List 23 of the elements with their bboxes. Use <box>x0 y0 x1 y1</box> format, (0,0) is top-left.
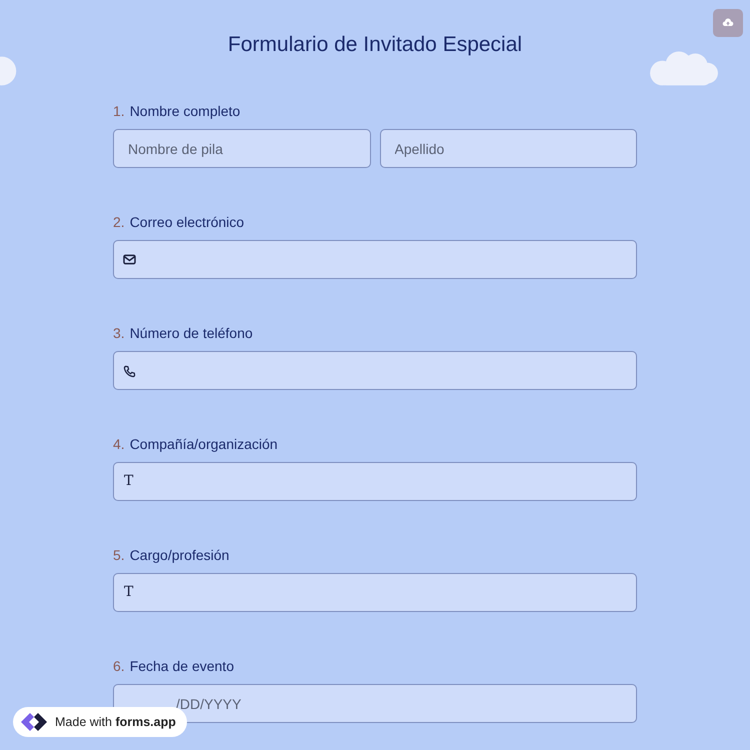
form-title: Formulario de Invitado Especial <box>228 33 522 57</box>
email-field[interactable] <box>113 240 637 279</box>
question-number: 2. <box>113 214 125 230</box>
name-field[interactable]: Apellido <box>380 129 637 168</box>
question-label: Cargo/profesión <box>130 547 230 563</box>
question-label: Compañía/organización <box>130 436 278 452</box>
cloud-upload-icon <box>722 17 734 29</box>
question-label: Número de teléfono <box>130 325 253 341</box>
question-number: 6. <box>113 658 125 674</box>
text-icon: T <box>124 473 134 489</box>
phone-field[interactable] <box>113 351 637 390</box>
text-field[interactable] <box>113 462 637 501</box>
text-field[interactable] <box>113 573 637 612</box>
question-label: Correo electrónico <box>130 214 244 230</box>
question-label: Fecha de evento <box>130 658 234 674</box>
question-number: 4. <box>113 436 125 452</box>
name-field[interactable]: Nombre de pila <box>113 129 370 168</box>
upload-button[interactable] <box>713 9 743 37</box>
question-label: Nombre completo <box>130 103 240 119</box>
question-number: 1. <box>113 103 125 119</box>
question-number: 3. <box>113 325 125 341</box>
question-number: 5. <box>113 547 125 563</box>
text-icon: T <box>124 584 134 600</box>
